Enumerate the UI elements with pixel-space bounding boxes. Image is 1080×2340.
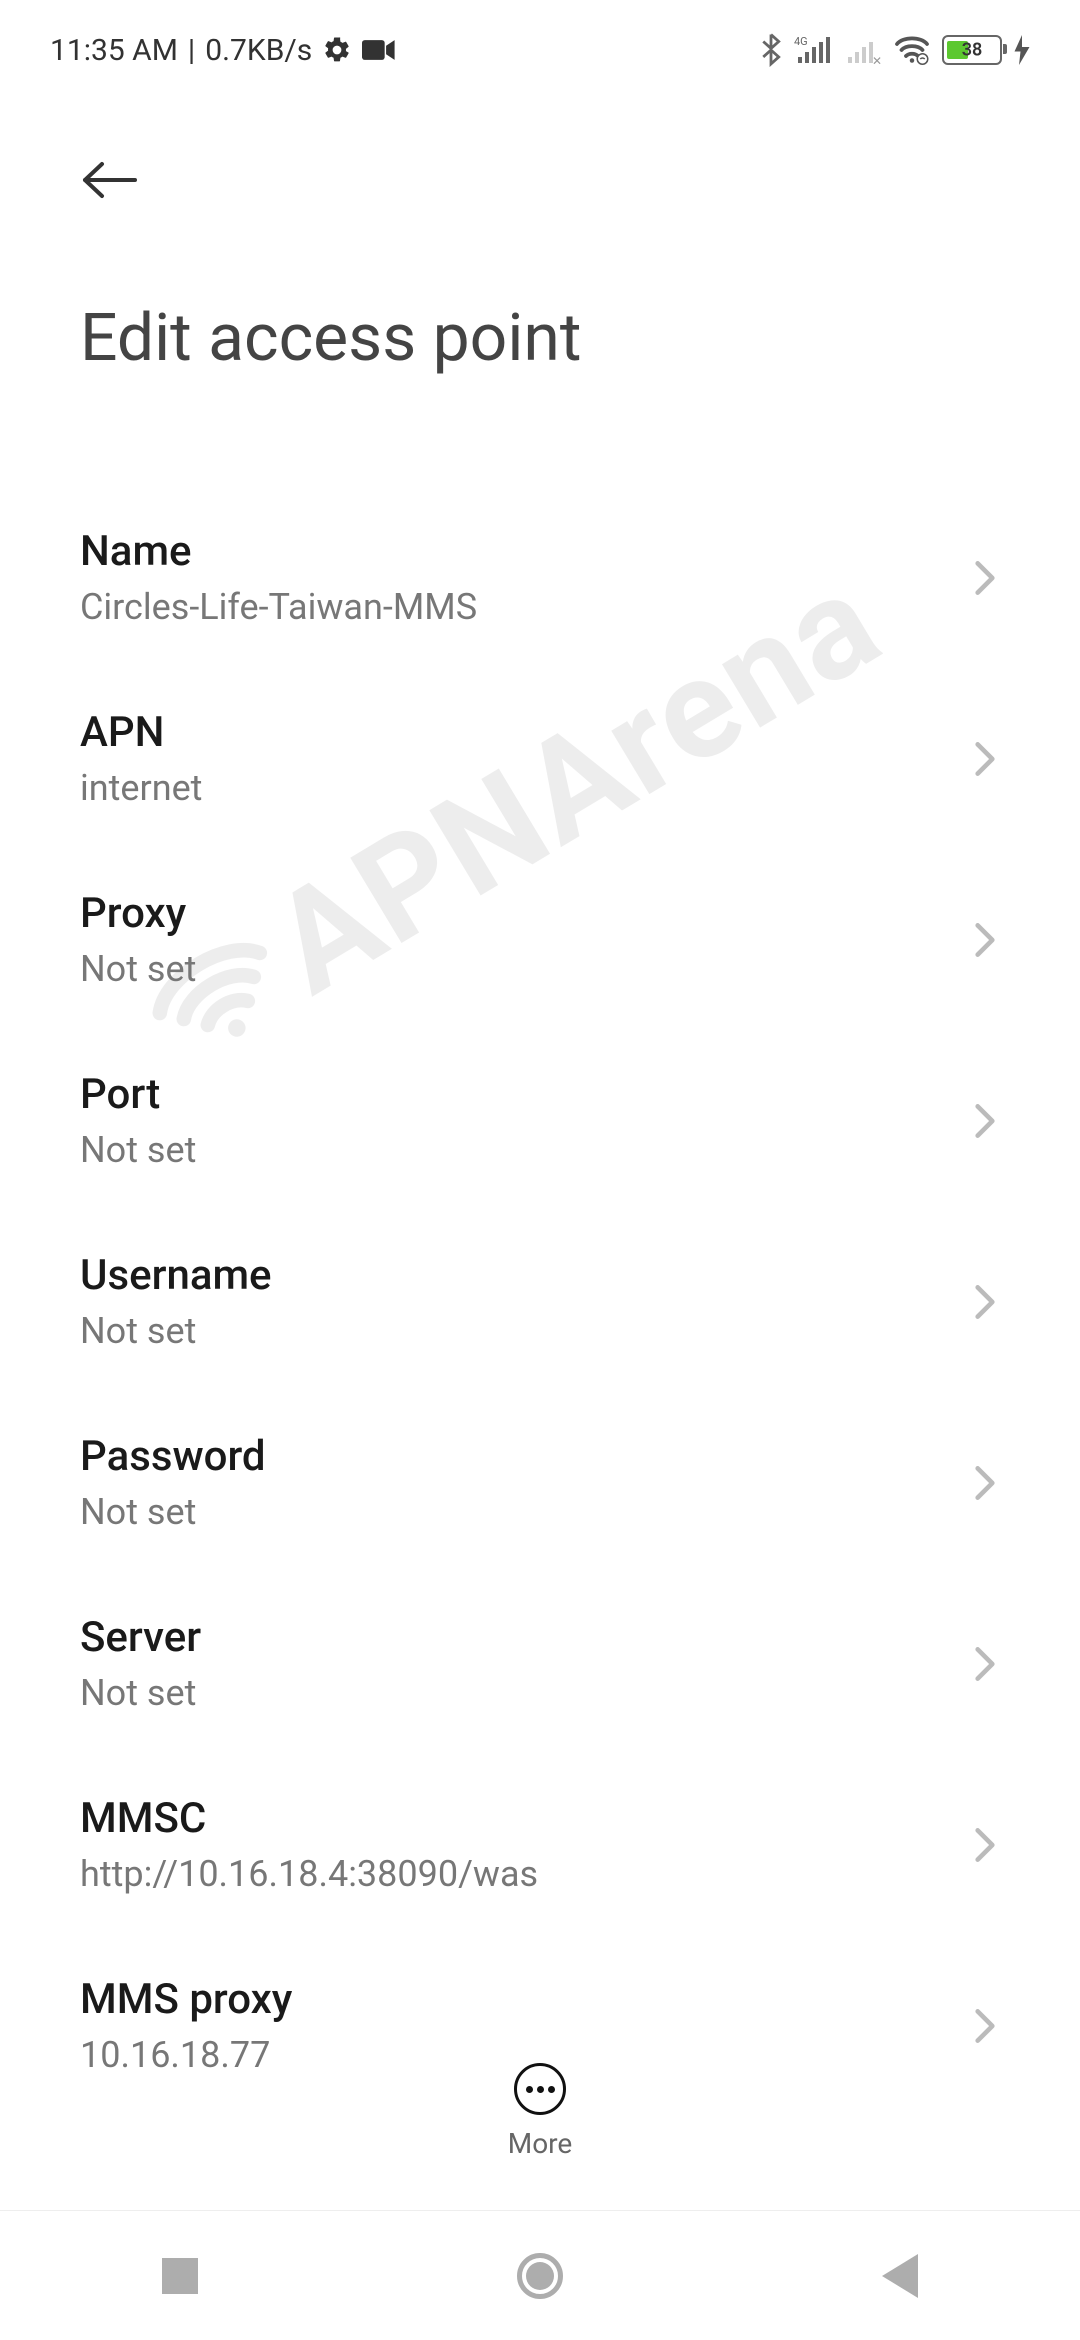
nav-back-button[interactable] — [870, 2246, 930, 2306]
settings-label: Name — [80, 527, 970, 576]
settings-row-server[interactable]: Server Not set — [80, 1573, 1000, 1754]
settings-value: Not set — [80, 1672, 970, 1714]
settings-label: Password — [80, 1432, 970, 1481]
chevron-right-icon — [970, 1106, 1000, 1136]
settings-label: Proxy — [80, 889, 970, 938]
chevron-right-icon — [970, 1830, 1000, 1860]
chevron-right-icon — [970, 925, 1000, 955]
settings-label: APN — [80, 708, 970, 757]
settings-row-mmsc[interactable]: MMSC http://10.16.18.4:38090/was — [80, 1754, 1000, 1935]
bluetooth-icon — [760, 33, 782, 67]
more-label: More — [508, 2127, 573, 2160]
settings-row-username[interactable]: Username Not set — [80, 1211, 1000, 1392]
status-bar: 11:35 AM | 0.7KB/s 4G ✕ 38 — [0, 0, 1080, 90]
settings-value: http://10.16.18.4:38090/was — [80, 1853, 970, 1895]
camera-icon — [362, 38, 396, 62]
settings-value: 10.16.18.77 — [80, 2034, 970, 2076]
square-icon — [162, 2258, 198, 2294]
settings-row-mms-proxy[interactable]: MMS proxy 10.16.18.77 — [80, 1935, 1000, 2116]
settings-label: MMS proxy — [80, 1975, 970, 2024]
settings-label: Port — [80, 1070, 970, 1119]
settings-value: Not set — [80, 1491, 970, 1533]
settings-row-password[interactable]: Password Not set — [80, 1392, 1000, 1573]
page-title: Edit access point — [80, 300, 1000, 377]
settings-row-port[interactable]: Port Not set — [80, 1030, 1000, 1211]
settings-row-proxy[interactable]: Proxy Not set — [80, 849, 1000, 1030]
chevron-right-icon — [970, 1649, 1000, 1679]
settings-value: internet — [80, 767, 970, 809]
settings-row-apn[interactable]: APN internet — [80, 668, 1000, 849]
back-button[interactable] — [80, 150, 140, 210]
chevron-right-icon — [970, 563, 1000, 593]
settings-value: Circles-Life-Taiwan-MMS — [80, 586, 970, 628]
settings-label: Server — [80, 1613, 970, 1662]
settings-row-name[interactable]: Name Circles-Life-Taiwan-MMS — [80, 487, 1000, 668]
chevron-right-icon — [970, 2011, 1000, 2041]
signal-4g-icon: 4G — [794, 35, 832, 65]
status-time: 11:35 AM — [50, 33, 178, 68]
settings-value: Not set — [80, 948, 970, 990]
triangle-icon — [882, 2254, 918, 2298]
wifi-icon — [894, 35, 930, 65]
chevron-right-icon — [970, 744, 1000, 774]
gear-icon — [322, 35, 352, 65]
settings-label: MMSC — [80, 1794, 970, 1843]
nav-bar — [0, 2210, 1080, 2340]
nav-home-button[interactable] — [510, 2246, 570, 2306]
chevron-right-icon — [970, 1287, 1000, 1317]
settings-value: Not set — [80, 1129, 970, 1171]
circle-icon — [517, 2253, 563, 2299]
battery-icon: 38 — [942, 35, 1002, 65]
signal-nosim-icon: ✕ — [844, 35, 882, 65]
status-data-rate: 0.7KB/s — [205, 33, 312, 68]
svg-text:✕: ✕ — [872, 54, 882, 65]
settings-value: Not set — [80, 1310, 970, 1352]
charging-icon — [1014, 35, 1030, 65]
settings-list: Name Circles-Life-Taiwan-MMS APN interne… — [0, 397, 1080, 2116]
chevron-right-icon — [970, 1468, 1000, 1498]
settings-label: Username — [80, 1251, 970, 1300]
nav-recent-button[interactable] — [150, 2246, 210, 2306]
svg-text:4G: 4G — [794, 35, 808, 48]
